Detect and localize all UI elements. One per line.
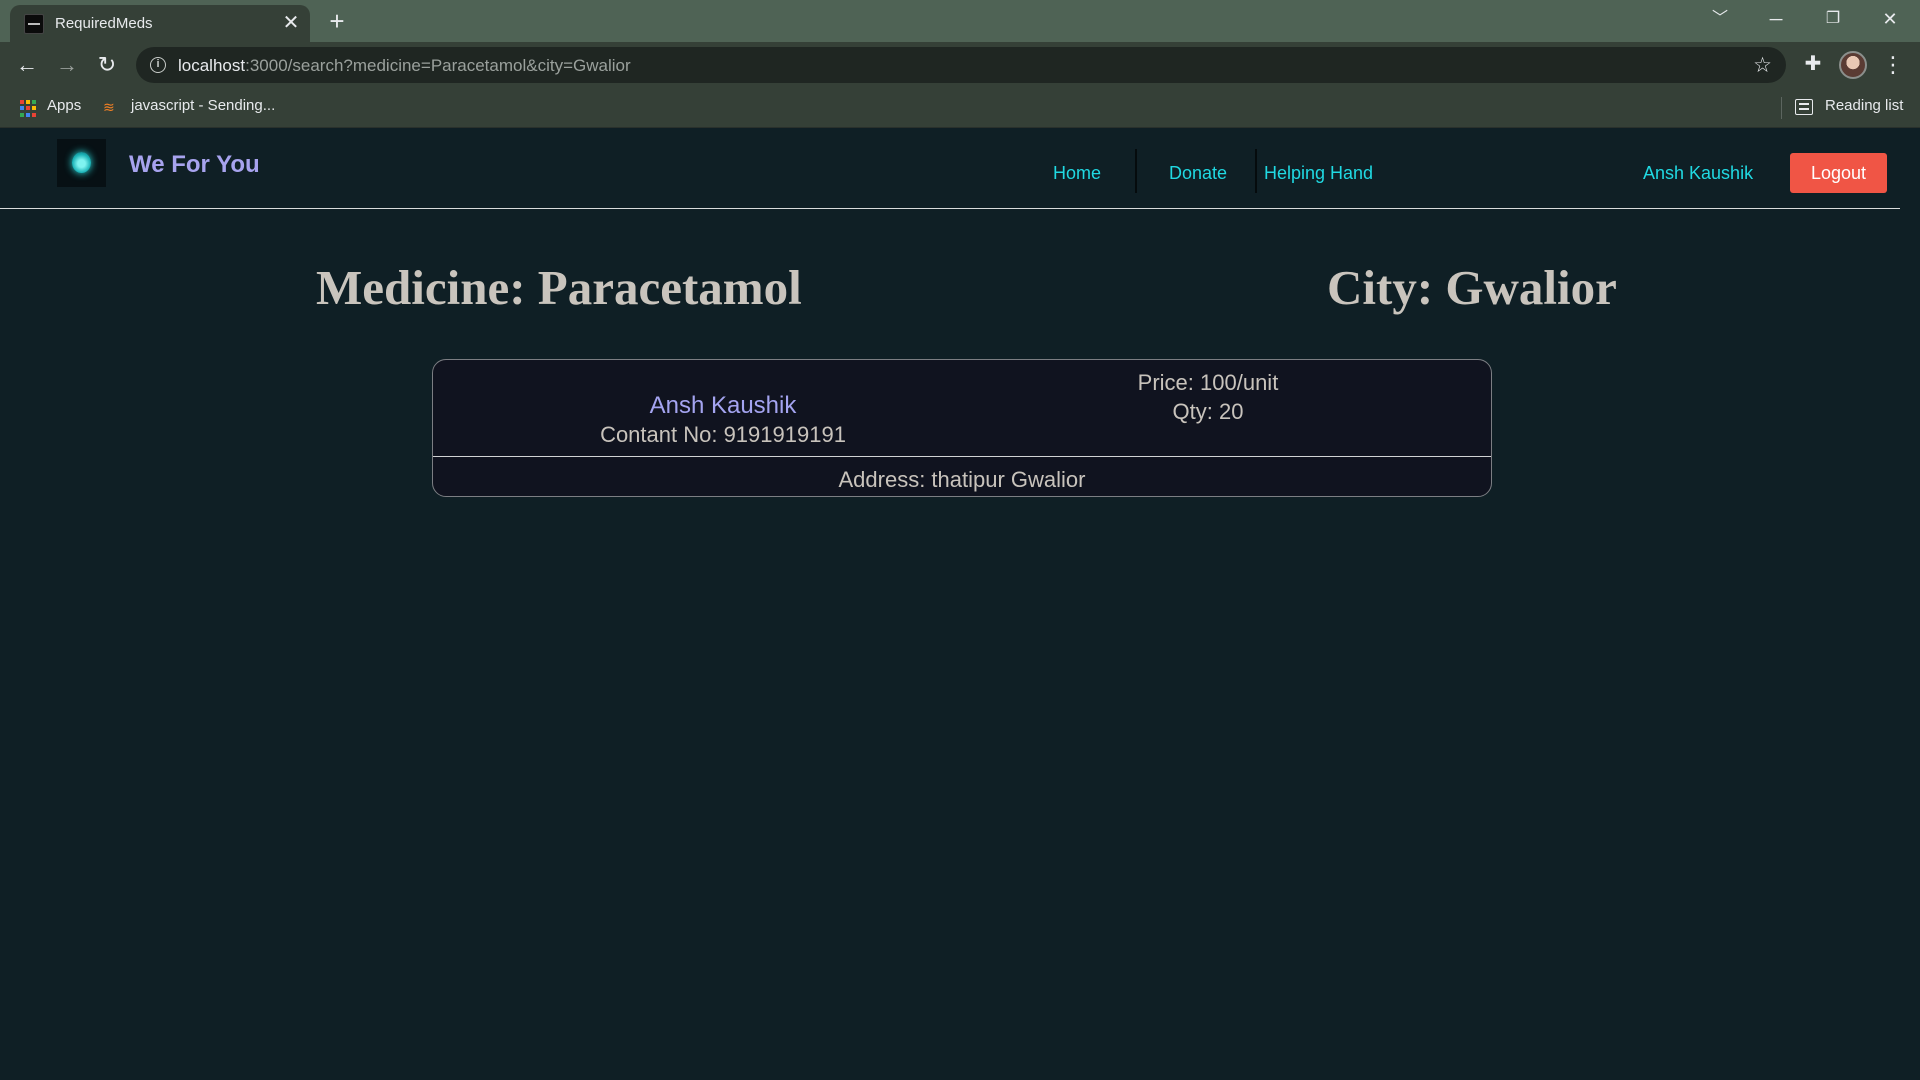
site-navbar: We For You Home Donate Helping Hand Ansh… bbox=[0, 129, 1900, 209]
browser-toolbar: ← → ↻ i localhost:3000/search?medicine=P… bbox=[0, 42, 1920, 88]
reading-list-icon[interactable] bbox=[1795, 99, 1813, 115]
bookmarks-bar: Apps ≋ javascript - Sending... Reading l… bbox=[0, 88, 1920, 128]
quantity-text: Qty: 20 bbox=[1172, 399, 1244, 424]
reading-list-label[interactable]: Reading list bbox=[1825, 97, 1903, 114]
extensions-puzzle-icon[interactable]: ✚ bbox=[1800, 51, 1826, 77]
site-info-icon[interactable]: i bbox=[150, 57, 166, 73]
contact-number: Contant No: 9191919191 bbox=[600, 422, 846, 447]
web-page: We For You Home Donate Helping Hand Ansh… bbox=[0, 129, 1920, 1080]
site-logo[interactable] bbox=[57, 139, 106, 187]
new-tab-button[interactable]: + bbox=[323, 8, 351, 36]
minimize-button[interactable]: ─ bbox=[1756, 4, 1796, 34]
nav-home-link[interactable]: Home bbox=[1053, 163, 1101, 184]
brand-name[interactable]: We For You bbox=[129, 151, 260, 179]
tab-title: RequiredMeds bbox=[55, 15, 153, 32]
nav-donate-link[interactable]: Donate bbox=[1169, 163, 1227, 184]
nav-separator bbox=[1135, 149, 1137, 193]
close-window-button[interactable]: ✕ bbox=[1870, 4, 1910, 34]
tab-favicon-icon bbox=[24, 14, 44, 34]
browser-tab[interactable]: RequiredMeds ✕ bbox=[10, 5, 310, 42]
bookmarks-divider bbox=[1781, 97, 1782, 119]
medicine-heading: Medicine: Paracetamol bbox=[316, 260, 802, 315]
profile-avatar[interactable] bbox=[1839, 51, 1867, 79]
apps-grid-icon[interactable] bbox=[20, 100, 37, 117]
browser-menu-icon[interactable]: ⋮ bbox=[1882, 50, 1904, 80]
city-heading: City: Gwalior bbox=[1327, 260, 1617, 315]
tab-search-chevron-icon[interactable]: ﹀ bbox=[1700, 4, 1740, 34]
price-text: Price: 100/unit bbox=[1137, 370, 1279, 395]
browser-tab-strip: RequiredMeds ✕ + ﹀ ─ ❐ ✕ bbox=[0, 0, 1920, 42]
nav-user-name[interactable]: Ansh Kaushik bbox=[1643, 163, 1753, 184]
restore-button[interactable]: ❐ bbox=[1813, 4, 1853, 34]
url-text[interactable]: localhost:3000/search?medicine=Paracetam… bbox=[178, 56, 631, 76]
logout-button[interactable]: Logout bbox=[1790, 153, 1887, 193]
bookmark-star-icon[interactable]: ☆ bbox=[1753, 53, 1772, 78]
back-button[interactable]: ← bbox=[12, 50, 42, 80]
forward-button[interactable]: → bbox=[52, 50, 82, 80]
tab-close-icon[interactable]: ✕ bbox=[280, 12, 302, 34]
bookmark-apps[interactable]: Apps bbox=[47, 97, 81, 114]
reload-button[interactable]: ↻ bbox=[92, 50, 122, 80]
donor-name: Ansh Kaushik bbox=[649, 392, 797, 419]
address-bar[interactable]: i localhost:3000/search?medicine=Paracet… bbox=[136, 47, 1786, 83]
nav-helping-hand-link[interactable]: Helping Hand bbox=[1264, 163, 1373, 184]
result-card: Ansh Kaushik Contant No: 9191919191 Pric… bbox=[432, 359, 1492, 497]
bookmark-javascript[interactable]: javascript - Sending... bbox=[131, 97, 275, 114]
stackoverflow-icon: ≋ bbox=[103, 99, 115, 115]
address-text: Address: thatipur Gwalior bbox=[838, 467, 1086, 492]
nav-separator bbox=[1255, 149, 1257, 193]
card-header: Ansh Kaushik Contant No: 9191919191 Pric… bbox=[433, 360, 1491, 457]
